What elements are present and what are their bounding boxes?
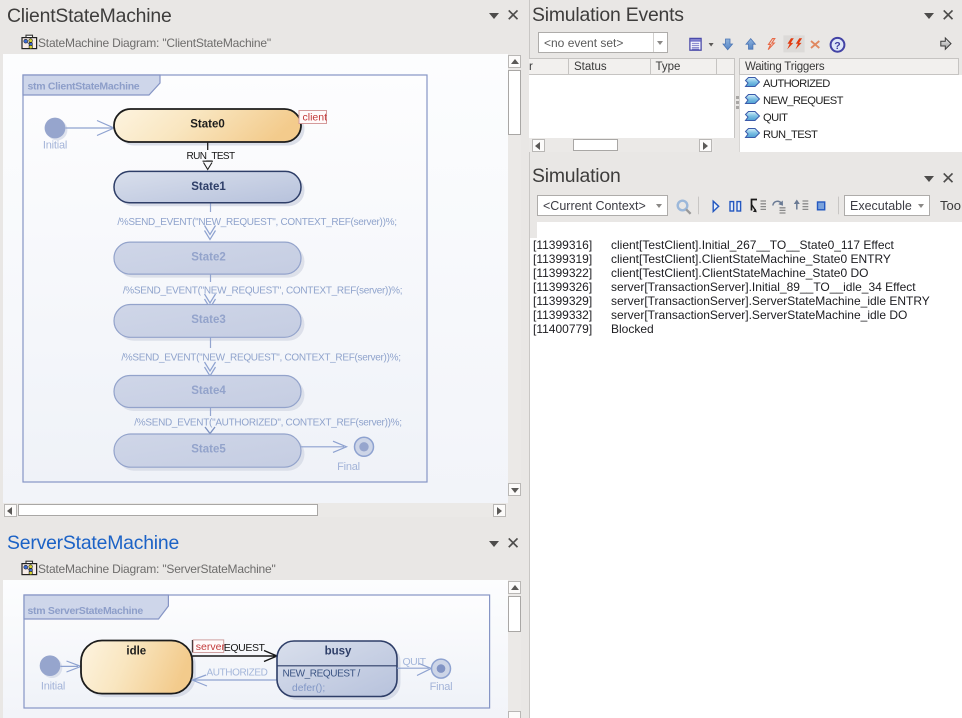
svg-text:/%SEND_EVENT("NEW_REQUEST", CO: /%SEND_EVENT("NEW_REQUEST", CONTEXT_REF(…: [117, 217, 396, 228]
svg-text:Final: Final: [337, 461, 360, 473]
svg-text:Initial: Initial: [43, 140, 67, 152]
svg-text:idle: idle: [126, 646, 146, 658]
svg-text:/%SEND_EVENT("AUTHORIZED", CON: /%SEND_EVENT("AUTHORIZED", CONTEXT_REF(s…: [134, 418, 401, 429]
svg-text:State3: State3: [191, 314, 226, 326]
svg-text:State1: State1: [191, 181, 226, 193]
svg-text:RUN_TEST: RUN_TEST: [763, 129, 818, 141]
svg-text:stm ClientStateMachine: stm ClientStateMachine: [28, 81, 140, 93]
svg-text:?: ?: [834, 40, 840, 52]
svg-text:QUIT: QUIT: [403, 656, 427, 668]
svg-text:EQUEST: EQUEST: [224, 642, 266, 654]
svg-text:Initial: Initial: [41, 681, 65, 693]
svg-text:defer();: defer();: [292, 683, 325, 694]
svg-text:State0: State0: [190, 119, 225, 131]
svg-text:RUN_TEST: RUN_TEST: [187, 151, 235, 162]
svg-text:QUIT: QUIT: [763, 112, 788, 124]
svg-text:stm ServerStateMachine: stm ServerStateMachine: [28, 605, 144, 617]
svg-text:State4: State4: [191, 385, 226, 397]
svg-text:State2: State2: [191, 252, 226, 264]
svg-text:NEW_REQUEST /: NEW_REQUEST /: [283, 669, 361, 680]
svg-text:Final: Final: [430, 681, 453, 693]
svg-text:client: client: [303, 112, 328, 124]
svg-text:busy: busy: [325, 645, 352, 657]
svg-text:/%SEND_EVENT("NEW_REQUEST", CO: /%SEND_EVENT("NEW_REQUEST", CONTEXT_REF(…: [123, 285, 402, 296]
svg-text:State5: State5: [191, 444, 226, 456]
svg-text:AUTHORIZED: AUTHORIZED: [763, 78, 830, 90]
svg-text:/%SEND_EVENT("NEW_REQUEST", CO: /%SEND_EVENT("NEW_REQUEST", CONTEXT_REF(…: [121, 353, 400, 364]
svg-text:NEW_REQUEST: NEW_REQUEST: [763, 95, 844, 107]
svg-text:AUTHORIZED: AUTHORIZED: [206, 668, 267, 679]
svg-text:server: server: [196, 641, 226, 653]
